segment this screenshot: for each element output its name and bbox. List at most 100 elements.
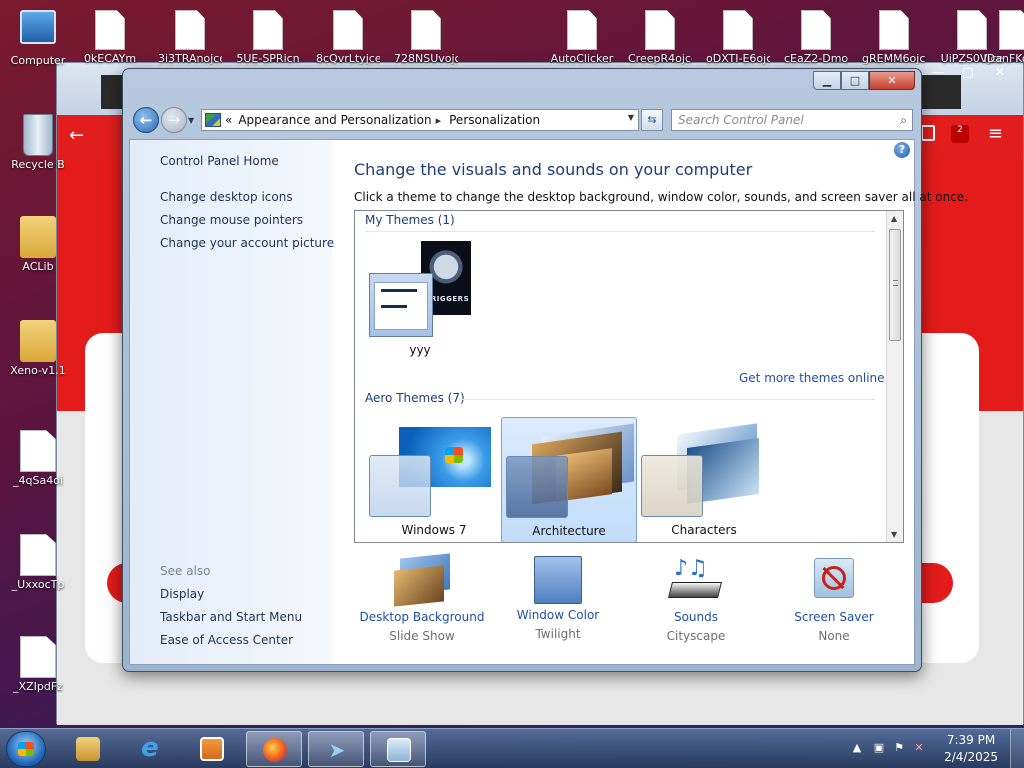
file-icon xyxy=(723,10,753,50)
theme-list-scrollbar[interactable]: ▲ ▼ xyxy=(886,211,903,542)
breadcrumb-separator-icon[interactable]: ▸ xyxy=(436,114,442,127)
change-mouse-pointers-link[interactable]: Change mouse pointers xyxy=(160,213,303,227)
browser-maximize-button[interactable]: □ xyxy=(953,63,983,81)
desktop-icon-aclib[interactable]: ACLib xyxy=(2,216,74,273)
show-hidden-icons-icon[interactable]: ▲ xyxy=(850,741,864,755)
theme-yyy[interactable]: VRIGGERS yyy xyxy=(369,241,471,357)
browser-minimize-button[interactable]: — xyxy=(923,63,953,81)
my-themes-header: My Themes (1) xyxy=(365,213,455,227)
theme-name: Characters xyxy=(671,523,737,537)
browser-menu-icon[interactable]: ≡ xyxy=(988,123,1003,144)
desktop-icon-computer[interactable]: Computer xyxy=(2,10,74,67)
show-desktop-button[interactable] xyxy=(1010,729,1024,768)
help-icon[interactable]: ? xyxy=(894,142,910,158)
desktop-icon-label: Xeno-v1.1 xyxy=(10,364,66,377)
maximize-button[interactable]: □ xyxy=(841,71,869,90)
firefox-icon xyxy=(263,738,287,762)
forward-button[interactable]: → xyxy=(161,107,187,133)
file-icon xyxy=(567,10,597,50)
control-panel-body: Control Panel Home Change desktop icons … xyxy=(129,139,968,665)
theme-characters[interactable]: Characters xyxy=(637,417,773,542)
desktop-icon-file-3[interactable]: _XZIpdFz xyxy=(2,636,74,693)
taskbar-telegram-button[interactable]: ➤ xyxy=(308,731,364,767)
clock[interactable]: 7:39 PM 2/4/2025 xyxy=(944,732,998,766)
start-button[interactable] xyxy=(6,731,46,767)
desktop-background-link[interactable]: Desktop Background Slide Show xyxy=(352,550,492,643)
desktop-file-icon[interactable]: oDXTI-E6ojce xyxy=(706,10,770,65)
theme-window-color-thumbnail xyxy=(369,273,433,337)
computer-icon xyxy=(20,10,56,44)
action-center-flag-icon[interactable]: ⚑ xyxy=(892,741,906,755)
file-icon xyxy=(411,10,441,50)
browser-extension-icon[interactable] xyxy=(921,125,935,141)
browser-close-button[interactable]: ✕ xyxy=(985,63,1015,81)
desktop-file-icon[interactable]: CreepR4ojce xyxy=(628,10,692,65)
desktop-icon-file-1[interactable]: _4qSa4oi xyxy=(2,430,74,487)
theme-architecture[interactable]: Architecture xyxy=(501,417,637,542)
change-desktop-icons-link[interactable]: Change desktop icons xyxy=(160,190,293,204)
address-dropdown-icon[interactable]: ▼ xyxy=(628,113,634,122)
desktop-icon-file-2[interactable]: _UxxocTp xyxy=(2,534,74,591)
volume-muted-icon[interactable]: ✕ xyxy=(912,741,926,755)
file-icon xyxy=(95,10,125,50)
ease-of-access-link[interactable]: Ease of Access Center xyxy=(160,633,293,647)
recent-pages-dropdown-icon[interactable]: ▼ xyxy=(188,116,194,125)
window-controls: ▁ □ ✕ xyxy=(813,71,915,90)
desktop-file-icon[interactable]: cEaZ2-Dmojce xyxy=(784,10,848,65)
theme-settings-links: Desktop Background Slide Show Window Col… xyxy=(354,550,904,660)
breadcrumb-appearance[interactable]: Appearance and Personalization xyxy=(238,113,431,127)
scrollbar-thumb[interactable] xyxy=(889,229,901,341)
desktop-file-icon[interactable]: 5UE-SPRicn xyxy=(236,10,300,65)
search-input[interactable]: Search Control Panel ⌕ xyxy=(671,109,913,131)
search-icon[interactable]: ⌕ xyxy=(900,113,907,128)
desktop-file-icon[interactable]: 728NSUvojce xyxy=(394,10,458,65)
group-divider xyxy=(365,231,875,232)
desktop-background-icon xyxy=(392,553,452,607)
taskbar-explorer-button[interactable] xyxy=(60,731,116,767)
desktop-icon-label: _4qSa4oi xyxy=(13,474,63,487)
desktop-file-icon[interactable]: gREMM6ojce xyxy=(862,10,926,65)
get-more-themes-link[interactable]: Get more themes online xyxy=(739,371,885,385)
taskbar-control-panel-button[interactable] xyxy=(370,731,426,767)
back-button[interactable]: ← xyxy=(133,107,159,133)
desktop-file-icon[interactable]: AutoClicker xyxy=(550,10,614,65)
file-icon xyxy=(333,10,363,50)
page-description: Click a theme to change the desktop back… xyxy=(354,190,968,204)
taskbar-ie-button[interactable]: e xyxy=(122,731,178,767)
link-title: Window Color xyxy=(516,608,600,622)
address-overflow-chevron[interactable]: « xyxy=(225,113,232,127)
sounds-link[interactable]: ♪♫ Sounds Cityscape xyxy=(626,550,766,643)
navigation-bar: ← → ▼ « Appearance and Personalization ▸… xyxy=(129,105,915,135)
desktop-icon-label: 5UE-SPRicn xyxy=(236,52,300,65)
window-color-link[interactable]: Window Color Twilight xyxy=(488,550,628,641)
desktop-file-icon[interactable]: 8cQvrLtyjce xyxy=(316,10,380,65)
theme-windows-7[interactable]: Windows 7 xyxy=(365,417,501,542)
scroll-up-icon[interactable]: ▲ xyxy=(891,214,897,223)
desktop-file-icon[interactable]: IDanFKojce xyxy=(982,10,1024,65)
link-title: Screen Saver xyxy=(794,610,874,624)
close-button[interactable]: ✕ xyxy=(869,71,915,90)
taskbar-firefox-button[interactable] xyxy=(246,731,302,767)
minimize-button[interactable]: ▁ xyxy=(813,71,841,90)
breadcrumb-personalization[interactable]: Personalization xyxy=(449,113,540,127)
desktop-icon-xeno[interactable]: Xeno-v1.1 xyxy=(2,320,74,377)
link-subtitle: Cityscape xyxy=(666,629,726,643)
taskbar-start-menu-link[interactable]: Taskbar and Start Menu xyxy=(160,610,302,624)
address-bar[interactable]: « Appearance and Personalization ▸ Perso… xyxy=(201,109,639,131)
display-link[interactable]: Display xyxy=(160,587,204,601)
internet-explorer-icon: e xyxy=(141,733,159,763)
screen-saver-link[interactable]: Screen Saver None xyxy=(764,550,904,643)
telegram-icon: ➤ xyxy=(328,738,346,762)
change-account-picture-link[interactable]: Change your account picture xyxy=(160,236,334,250)
control-panel-home-link[interactable]: Control Panel Home xyxy=(160,154,279,168)
desktop-icon-label: cEaZ2-Dmojce xyxy=(784,52,848,65)
desktop-icon-recycle-bin[interactable]: Recycle B xyxy=(2,114,74,171)
desktop-file-icon[interactable]: 3i3TRAnojce xyxy=(158,10,222,65)
refresh-button[interactable]: ⇆ xyxy=(641,109,663,131)
desktop-icon-label: _XZIpdFz xyxy=(13,680,63,693)
network-icon[interactable]: ▣ xyxy=(872,741,886,755)
browser-extension-badge-icon[interactable]: 2 xyxy=(951,125,969,143)
desktop-file-icon[interactable]: 0kECAYm xyxy=(78,10,142,65)
taskbar-media-player-button[interactable] xyxy=(184,731,240,767)
scroll-down-icon[interactable]: ▼ xyxy=(891,530,897,539)
